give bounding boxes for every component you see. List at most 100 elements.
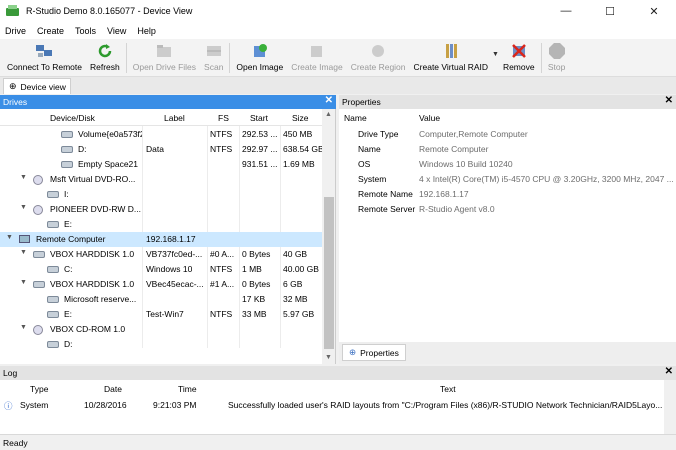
remove-button[interactable]: Remove	[499, 39, 539, 75]
tab-device-view[interactable]: ⊕ Device view	[3, 78, 71, 94]
toolbar-separator	[229, 43, 231, 73]
create-virtual-raid-button[interactable]: Create Virtual RAID	[410, 39, 492, 75]
close-button[interactable]: ✕	[632, 0, 676, 22]
expand-chevron-icon[interactable]: ▼	[20, 204, 27, 211]
drive-row[interactable]: ▼ PIONEER DVD-RW D...	[0, 202, 322, 217]
property-row[interactable]: Remote Server R-Studio Agent v8.0	[339, 202, 676, 217]
drive-row[interactable]: Microsoft reserve... 17 KB 32 MB	[0, 292, 322, 307]
drive-row[interactable]: E: Test-Win7 NTFS 33 MB 5.97 GB	[0, 307, 322, 322]
drive-label: VBec45ecac-...	[146, 279, 204, 289]
drives-grid-header: Device/Disk Label FS Start Size	[0, 109, 322, 126]
column-size[interactable]: Size	[292, 113, 309, 123]
drive-size: 6 GB	[283, 279, 303, 289]
drive-row[interactable]: D: Data NTFS 292.97 ... 638.54 GB	[0, 142, 322, 157]
drive-name: PIONEER DVD-RW D...	[50, 204, 141, 214]
drive-row[interactable]: Empty Space21 931.51 ... 1.69 MB	[0, 157, 322, 172]
menu-tools[interactable]: Tools	[70, 26, 102, 36]
column-time[interactable]: Time	[178, 384, 197, 394]
scroll-thumb[interactable]	[324, 197, 334, 349]
computer-icon	[19, 235, 30, 245]
close-properties-panel-icon[interactable]: ✕	[665, 95, 673, 106]
log-title: Log	[3, 368, 18, 378]
refresh-label: Refresh	[89, 62, 120, 72]
property-row[interactable]: Drive Type Computer,Remote Computer	[339, 127, 676, 142]
drive-start: 0 Bytes	[242, 279, 271, 289]
drive-row[interactable]: E:	[0, 217, 322, 232]
open-drive-files-label: Open Drive Files	[132, 62, 197, 72]
property-name: System	[358, 174, 387, 184]
menu-drive[interactable]: Drive	[0, 26, 32, 36]
scan-label: Scan	[204, 62, 224, 72]
property-row[interactable]: Name Remote Computer	[339, 142, 676, 157]
drive-row[interactable]: I:	[0, 187, 322, 202]
drives-title: Drives	[3, 97, 28, 107]
drive-start: 292.53 ...	[242, 129, 278, 139]
hard-disk-icon	[33, 250, 45, 260]
status-bar: Ready	[0, 434, 676, 450]
menu-bar: Drive Create Tools View Help	[0, 22, 676, 39]
close-drives-panel-icon[interactable]: ✕	[325, 95, 333, 106]
property-row[interactable]: OS Windows 10 Build 10240	[339, 157, 676, 172]
column-date[interactable]: Date	[104, 384, 122, 394]
drive-row[interactable]: Volume{e0a573f2... NTFS 292.53 ... 450 MB	[0, 127, 322, 142]
drive-row[interactable]: ▼ VBOX CD-ROM 1.0	[0, 322, 322, 337]
column-type[interactable]: Type	[30, 384, 48, 394]
menu-create[interactable]: Create	[32, 26, 70, 36]
column-label[interactable]: Label	[164, 113, 185, 123]
log-panel-header: Log ✕	[0, 366, 676, 380]
property-row[interactable]: Remote Name 192.168.1.17	[339, 187, 676, 202]
menu-help[interactable]: Help	[132, 26, 162, 36]
cd-drive-icon	[33, 205, 43, 217]
log-row[interactable]: ⓘ System 10/28/2016 9:21:03 PM Successfu…	[0, 398, 670, 413]
open-drive-files-button[interactable]: Open Drive Files	[129, 39, 200, 75]
property-row[interactable]: System 4 x Intel(R) Core(TM) i5-4570 CPU …	[339, 172, 676, 187]
maximize-button[interactable]: ☐	[588, 0, 632, 22]
drives-scrollbar[interactable]: ▲ ▼	[322, 109, 335, 364]
raid-dropdown-arrow-icon[interactable]: ▼	[492, 39, 499, 58]
scroll-up-icon[interactable]: ▲	[325, 111, 332, 118]
minimize-button[interactable]: —	[544, 0, 588, 22]
property-name: Remote Name	[358, 189, 413, 199]
column-value[interactable]: Value	[419, 113, 440, 123]
volume-icon	[47, 340, 59, 350]
drive-row[interactable]: ▼ Remote Computer 192.168.1.17	[0, 232, 322, 247]
expand-chevron-icon[interactable]: ▼	[20, 249, 27, 256]
drive-row[interactable]: ▼ Msft Virtual DVD-RO...	[0, 172, 322, 187]
device-view-icon: ⊕	[9, 81, 17, 91]
column-fs[interactable]: FS	[218, 113, 229, 123]
drive-row[interactable]: ▼ VBOX HARDDISK 1.0 VB737fc0ed-... #0 A... 0…	[0, 247, 322, 262]
expand-chevron-icon[interactable]: ▼	[20, 324, 27, 331]
tab-properties[interactable]: ⊕ Properties	[342, 344, 406, 361]
column-text[interactable]: Text	[440, 384, 456, 394]
drive-name: Microsoft reserve...	[64, 294, 137, 304]
create-region-button[interactable]: Create Region	[347, 39, 410, 75]
drive-name: VBOX HARDDISK 1.0	[50, 249, 135, 259]
scroll-down-icon[interactable]: ▼	[325, 354, 332, 361]
menu-view[interactable]: View	[102, 26, 132, 36]
drive-row[interactable]: D:	[0, 337, 322, 352]
expand-chevron-icon[interactable]: ▼	[20, 174, 27, 181]
scan-button[interactable]: Scan	[200, 39, 227, 75]
cd-drive-icon	[33, 175, 43, 187]
expand-chevron-icon[interactable]: ▼	[6, 234, 13, 241]
log-panel: Type Date Time Text ⓘ System 10/28/2016 …	[0, 380, 676, 434]
column-start[interactable]: Start	[250, 113, 268, 123]
connect-to-remote-button[interactable]: Connect To Remote	[3, 39, 86, 75]
close-log-panel-icon[interactable]: ✕	[665, 366, 673, 377]
window-title: R-Studio Demo 8.0.165077 - Device View	[26, 6, 193, 16]
open-image-button[interactable]: Open Image	[232, 39, 287, 75]
scan-icon	[205, 42, 223, 60]
cd-drive-icon	[33, 325, 43, 337]
log-scrollbar[interactable]	[664, 380, 676, 434]
create-image-button[interactable]: Create Image	[287, 39, 347, 75]
expand-chevron-icon[interactable]: ▼	[20, 279, 27, 286]
column-name[interactable]: Name	[344, 113, 367, 123]
info-icon: ⓘ	[4, 401, 13, 411]
stop-button[interactable]: Stop	[544, 39, 570, 75]
drive-row[interactable]: ▼ VBOX HARDDISK 1.0 VBec45ecac-... #1 A... 0…	[0, 277, 322, 292]
properties-panel-header: Properties ✕	[339, 95, 676, 109]
refresh-button[interactable]: Refresh	[86, 39, 124, 75]
drive-size: 40 GB	[283, 249, 308, 259]
drive-row[interactable]: C: Windows 10 NTFS 1 MB 40.00 GB	[0, 262, 322, 277]
column-device-disk[interactable]: Device/Disk	[50, 113, 95, 123]
